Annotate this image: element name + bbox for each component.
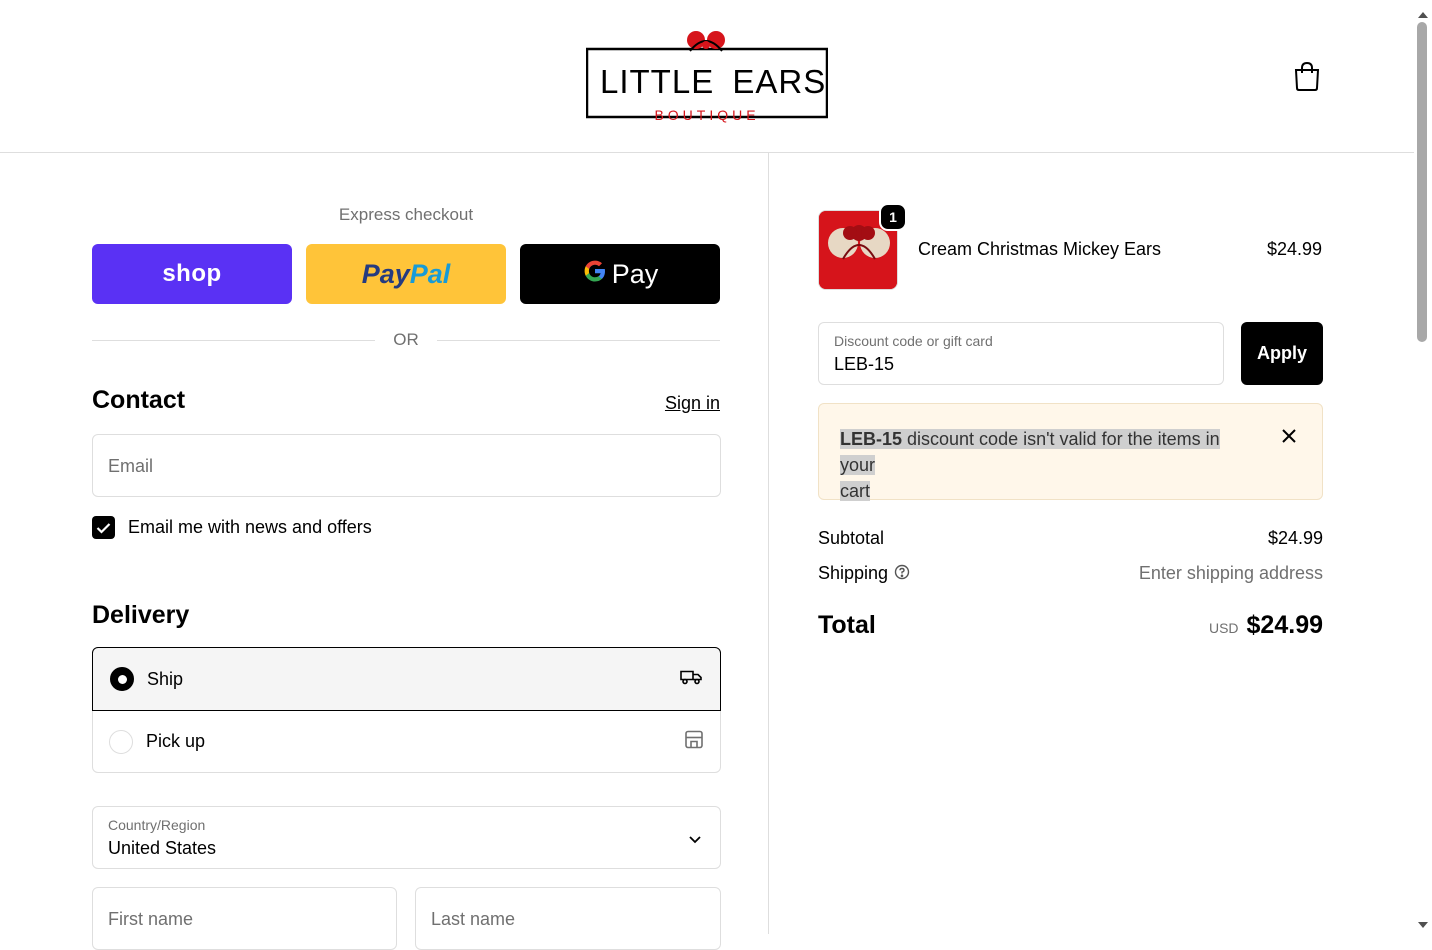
ship-label: Ship [147,668,184,689]
newsletter-checkbox[interactable] [92,516,115,539]
delivery-options: Ship Pick up [92,647,721,773]
discount-error-banner: LEB-15 discount code isn't valid for the… [818,403,1323,501]
newsletter-checkbox-row[interactable]: Email me with news and offers [92,516,372,539]
product-name: Cream Christmas Mickey Ears [918,239,1162,259]
last-name-field[interactable]: Last name [415,887,721,950]
sign-in-link[interactable]: Sign in [620,393,720,414]
logo-title: LITTLE EARS [600,63,827,100]
close-icon[interactable] [1279,426,1299,446]
delivery-title: Delivery [92,601,190,629]
product-price: $24.99 [1266,239,1322,259]
email-field[interactable]: Email [92,434,721,497]
shipping-value: Enter shipping address [1138,563,1323,584]
subtotal-row: Subtotal $24.99 [818,528,1323,549]
brand-logo[interactable]: LITTLE EARS BOUTIQUE [585,27,829,127]
page-scrollbar[interactable] [1414,0,1432,934]
contact-title: Contact [92,386,186,414]
express-checkout-title: Express checkout [338,205,474,224]
delivery-option-ship[interactable]: Ship [92,647,721,711]
site-header: LITTLE EARS BOUTIQUE [0,0,1414,153]
scrollbar-thumb[interactable] [1417,22,1427,342]
checkout-form: Express checkout shop PayPal Pay OR Cont… [0,153,768,950]
shop-pay-label: shop [162,260,222,287]
paypal-logo: PayPal [361,258,451,289]
logo-subtitle: BOUTIQUE [654,107,760,123]
discount-code-value: LEB-15 [834,354,895,374]
subtotal-label: Subtotal [818,528,885,548]
discount-error-message: LEB-15 discount code isn't valid for the… [840,429,1220,501]
or-divider: OR [92,329,720,351]
scroll-down-arrow-icon[interactable] [1417,916,1429,934]
google-pay-label: Pay [611,258,659,289]
shipping-row: Shipping Enter shipping address [818,563,1323,585]
chevron-down-icon [688,831,702,849]
quantity-badge: 1 [879,203,907,231]
shipping-label: Shipping [818,563,889,583]
total-row: Total USD $24.99 [818,611,1323,640]
total-amount: $24.99 [1246,611,1323,639]
first-name-field[interactable]: First name [92,887,397,950]
delivery-option-pickup[interactable]: Pick up [92,710,721,773]
shop-pay-button[interactable]: shop [92,244,292,304]
currency-code: USD [1208,620,1239,636]
newsletter-label: Email me with news and offers [128,517,372,537]
subtotal-value: $24.99 [1267,528,1323,548]
store-icon [684,729,704,754]
apply-discount-button[interactable]: Apply [1241,322,1323,385]
google-pay-button[interactable]: Pay [520,244,720,304]
country-select[interactable]: Country/Region United States [92,806,721,869]
shopping-bag-icon[interactable] [1292,60,1322,92]
paypal-button[interactable]: PayPal [306,244,506,304]
country-value: United States [108,838,217,858]
truck-icon [679,667,703,692]
help-icon[interactable] [894,564,910,585]
discount-code-input[interactable]: Discount code or gift card LEB-15 [818,322,1224,385]
google-g-icon [582,258,608,291]
order-summary: 1 Cream Christmas Mickey Ears $24.99 Dis… [768,153,1414,934]
pickup-label: Pick up [146,731,206,751]
ship-radio[interactable] [110,667,134,691]
pickup-radio[interactable] [109,729,133,754]
total-label: Total [818,611,876,639]
